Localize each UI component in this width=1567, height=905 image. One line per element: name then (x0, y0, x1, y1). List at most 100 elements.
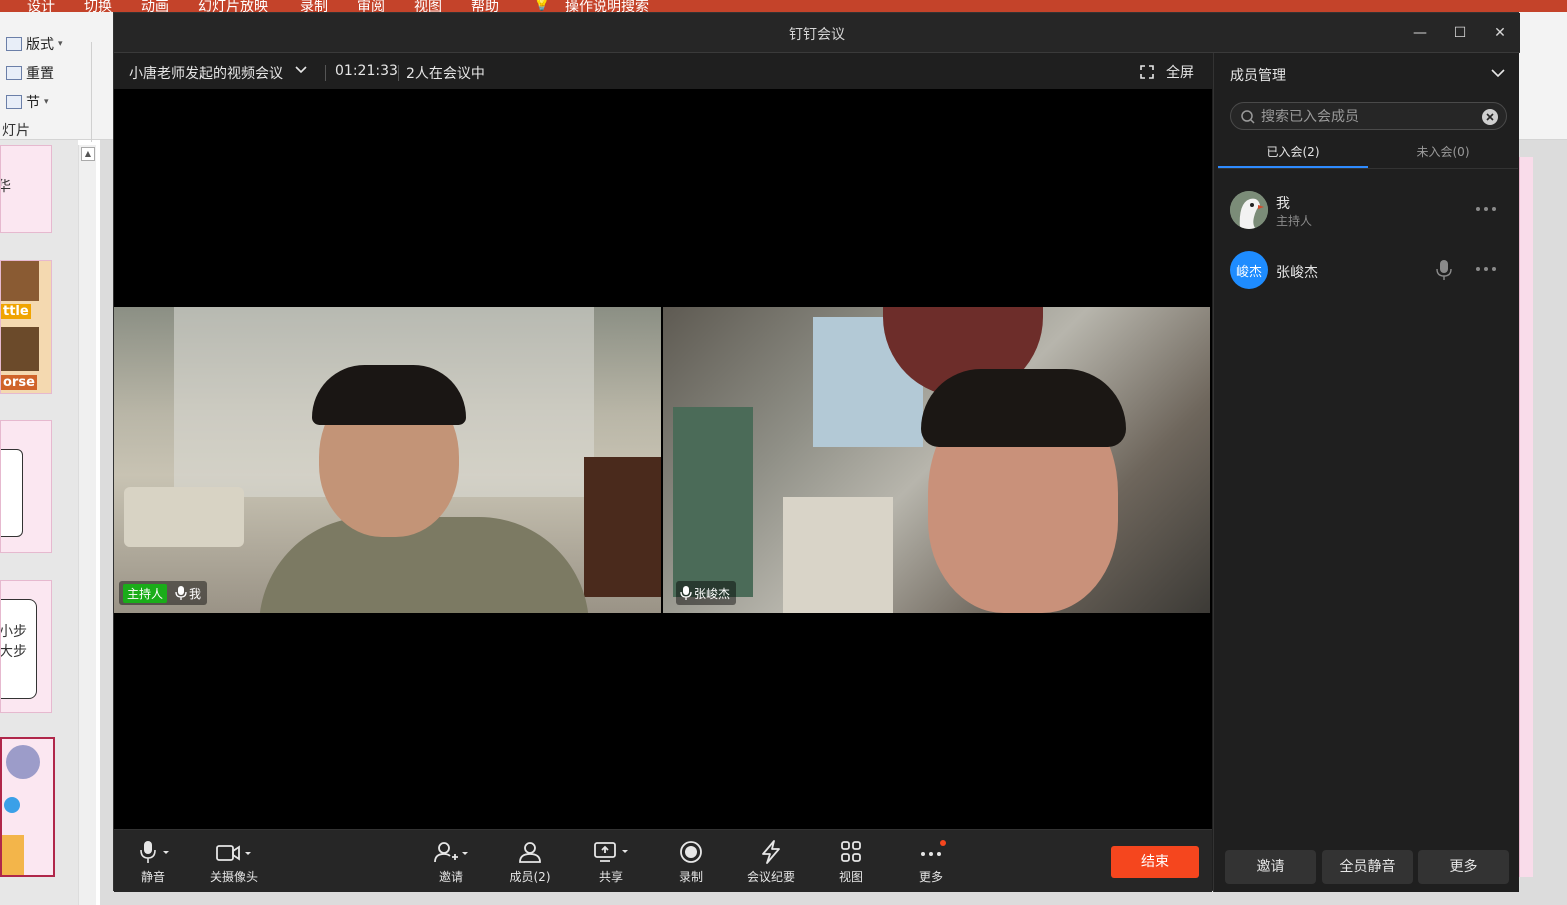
video-name: 我 (189, 586, 202, 601)
video-label-host: 主持人 我 (119, 581, 208, 605)
member-role: 主持人 (1276, 214, 1313, 228)
slide-thumbnail[interactable]: ttle orse (0, 260, 52, 394)
minutes-label: 会议纪要 (746, 870, 795, 884)
divider (398, 65, 399, 81)
ppt-section-label: 节 (26, 95, 40, 111)
panel-more-button[interactable]: 更多 (1418, 850, 1509, 884)
ppt-thumbnail-scrollbar[interactable]: ▲ (78, 145, 96, 905)
minimize-button[interactable]: — (1410, 23, 1430, 43)
more-button[interactable]: 更多 (896, 840, 966, 885)
ppt-tab-slideshow[interactable]: 幻灯片放映 (198, 0, 268, 12)
member-row[interactable]: 我 主持人 (1230, 185, 1510, 235)
chevron-down-icon[interactable] (294, 63, 308, 77)
slide-thumbnail[interactable]: 华 (0, 145, 52, 233)
ppt-tab-help[interactable]: 帮助 (471, 0, 499, 12)
invite-button[interactable]: 邀请 (416, 840, 486, 885)
slide-thumbnail[interactable]: 小步 大步 (0, 580, 52, 713)
thumb-text: 华 (1, 176, 11, 196)
ppt-slide-thumbnails: 华 ttle orse 小步 大步 (0, 140, 78, 905)
microphone-icon[interactable] (1436, 259, 1452, 281)
host-badge: 主持人 (123, 583, 168, 603)
invite-label: 邀请 (438, 870, 463, 884)
more-label: 更多 (918, 870, 943, 884)
more-dots-icon[interactable] (1474, 201, 1498, 217)
ppt-reset-label: 重置 (26, 66, 54, 82)
paper-document (783, 497, 893, 613)
window-title: 钉钉会议 (789, 27, 845, 43)
mute-label: 静音 (140, 870, 165, 884)
slide-thumbnail-selected[interactable] (0, 737, 55, 877)
mute-all-button[interactable]: 全员静音 (1322, 850, 1413, 884)
video-tile-participant[interactable]: 张峻杰 (663, 307, 1210, 613)
add-person-icon (434, 842, 468, 863)
avatar (1230, 191, 1268, 229)
video-tile-host[interactable]: 主持人 我 (114, 307, 661, 613)
divider (325, 65, 326, 81)
member-panel: 成员管理 已入会(2) 未入会(0) (1213, 53, 1519, 892)
clear-icon[interactable] (1481, 108, 1499, 126)
ppt-layout-button[interactable]: 版式 ▾ (6, 34, 63, 54)
member-tabs: 已入会(2) 未入会(0) (1218, 137, 1518, 169)
fullscreen-button[interactable]: 全屏 (1140, 62, 1194, 82)
ppt-tab-review[interactable]: 审阅 (357, 0, 385, 12)
slide-thumbnail[interactable] (0, 420, 52, 553)
tab-not-joined[interactable]: 未入会(0) (1368, 143, 1518, 160)
microphone-icon (140, 841, 169, 863)
ppt-tab-design[interactable]: 设计 (27, 0, 55, 12)
ppt-section-button[interactable]: 节 ▾ (6, 92, 49, 112)
share-button[interactable]: 共享 (576, 840, 646, 885)
meeting-name[interactable]: 小唐老师发起的视频会议 (129, 63, 283, 83)
camera-icon (216, 845, 251, 861)
chevron-down-icon[interactable] (1490, 65, 1506, 81)
ppt-group-label: 灯片 (2, 123, 30, 139)
maximize-button[interactable]: ☐ (1450, 23, 1470, 43)
mute-button[interactable]: 静音 (118, 840, 188, 885)
ppt-tab-transitions[interactable]: 切换 (84, 0, 112, 12)
panel-invite-button[interactable]: 邀请 (1225, 850, 1316, 884)
share-screen-icon (594, 842, 628, 862)
record-button[interactable]: 录制 (656, 840, 726, 885)
scroll-up-icon[interactable]: ▲ (81, 147, 95, 161)
members-button[interactable]: 成员(2) (495, 840, 565, 885)
furniture (584, 457, 661, 597)
section-icon (6, 95, 22, 109)
member-search-input[interactable] (1261, 107, 1471, 127)
tab-joined[interactable]: 已入会(2) (1218, 143, 1368, 160)
ppt-tell-me[interactable]: 操作说明搜索 (565, 0, 649, 12)
camera-off-button[interactable]: 关摄像头 (199, 840, 269, 885)
thumb-text: 大步 (0, 644, 27, 660)
end-meeting-button[interactable]: 结束 (1111, 846, 1199, 878)
member-row[interactable]: 峻杰 张峻杰 (1230, 245, 1510, 295)
view-label: 视图 (838, 870, 863, 884)
avatar-image (1230, 191, 1268, 229)
close-button[interactable]: ✕ (1490, 23, 1510, 43)
microphone-icon (175, 586, 187, 600)
chevron-down-icon: ▾ (58, 39, 63, 49)
person-hair (921, 369, 1126, 447)
thumb-image (1, 327, 39, 371)
lightbulb-icon: 💡 (533, 0, 551, 12)
avatar: 峻杰 (1230, 251, 1268, 289)
member-name: 我 (1276, 196, 1290, 212)
thumb-text: 小步 (0, 624, 27, 640)
reset-icon (6, 66, 22, 80)
ppt-tab-record[interactable]: 录制 (300, 0, 328, 12)
layout-icon (6, 37, 22, 51)
more-dots-icon[interactable] (1474, 261, 1498, 277)
chevron-down-icon (245, 852, 251, 855)
view-button[interactable]: 视图 (816, 840, 886, 885)
search-icon (1241, 110, 1255, 124)
avatar-initials: 峻杰 (1235, 264, 1262, 280)
microphone-icon (680, 586, 692, 600)
camera-off-label: 关摄像头 (209, 870, 258, 884)
thumb-text: ttle (1, 304, 31, 319)
ppt-tab-view[interactable]: 视图 (414, 0, 442, 12)
ppt-tab-animations[interactable]: 动画 (141, 0, 169, 12)
thumb-image (1, 261, 39, 301)
members-icon (519, 842, 541, 863)
person-body (259, 517, 589, 613)
minutes-button[interactable]: 会议纪要 (736, 840, 806, 885)
share-label: 共享 (598, 870, 623, 884)
ppt-reset-button[interactable]: 重置 (6, 63, 54, 83)
record-icon (680, 841, 702, 863)
